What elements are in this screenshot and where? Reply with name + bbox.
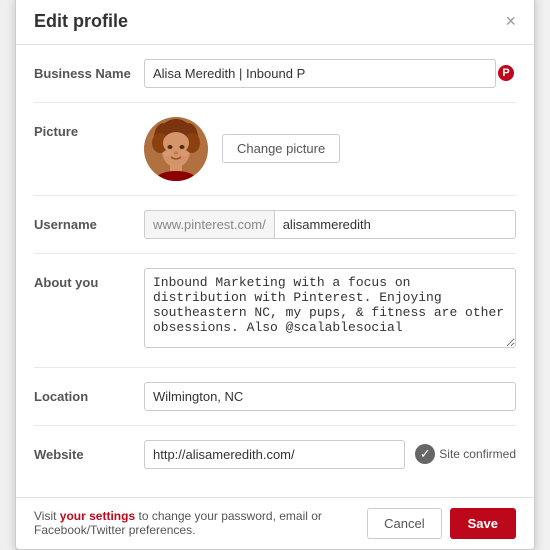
divider-1 — [34, 102, 516, 103]
website-label: Website — [34, 440, 144, 462]
location-control — [144, 382, 516, 411]
divider-4 — [34, 367, 516, 368]
username-row: Username www.pinterest.com/ — [34, 210, 516, 239]
close-button[interactable]: × — [505, 12, 516, 30]
username-inner-row: www.pinterest.com/ — [144, 210, 516, 239]
website-input[interactable] — [144, 440, 405, 469]
business-name-label: Business Name — [34, 59, 144, 81]
about-label: About you — [34, 268, 144, 290]
footer-text: Visit your settings to change your passw… — [34, 509, 334, 537]
username-control: www.pinterest.com/ — [144, 210, 516, 239]
website-control: ✓ Site confirmed — [144, 440, 516, 469]
picture-inner-row: Change picture — [144, 117, 516, 181]
avatar — [144, 117, 208, 181]
footer-buttons: Cancel Save — [367, 508, 516, 539]
site-confirmed: ✓ Site confirmed — [415, 444, 516, 464]
about-textarea[interactable] — [144, 268, 516, 348]
location-input[interactable] — [144, 382, 516, 411]
dialog-header: Edit profile × — [16, 0, 534, 45]
picture-label: Picture — [34, 117, 144, 139]
dialog-body: Business Name P Picture — [16, 45, 534, 497]
website-inner-row: ✓ Site confirmed — [144, 440, 516, 469]
about-control — [144, 268, 516, 353]
footer-visit-text: Visit — [34, 509, 60, 523]
site-confirmed-label: Site confirmed — [439, 447, 516, 461]
edit-profile-dialog: Edit profile × Business Name P Picture — [15, 0, 535, 550]
dialog-footer: Visit your settings to change your passw… — [16, 497, 534, 549]
username-input[interactable] — [274, 210, 516, 239]
divider-5 — [34, 425, 516, 426]
save-button[interactable]: Save — [450, 508, 516, 539]
username-label: Username — [34, 210, 144, 232]
business-name-control: P — [144, 59, 516, 88]
pinterest-icon: P — [498, 65, 514, 81]
url-prefix: www.pinterest.com/ — [144, 210, 274, 239]
dialog-title: Edit profile — [34, 11, 128, 32]
change-picture-button[interactable]: Change picture — [222, 134, 340, 163]
picture-row: Picture — [34, 117, 516, 181]
confirmed-checkmark-icon: ✓ — [415, 444, 435, 464]
divider-3 — [34, 253, 516, 254]
divider-2 — [34, 195, 516, 196]
website-input-wrap — [144, 440, 405, 469]
business-name-row: Business Name P — [34, 59, 516, 88]
website-row: Website ✓ Site confirmed — [34, 440, 516, 469]
location-row: Location — [34, 382, 516, 411]
business-name-input[interactable] — [144, 59, 496, 88]
location-label: Location — [34, 382, 144, 404]
picture-control: Change picture — [144, 117, 516, 181]
about-row: About you — [34, 268, 516, 353]
footer-settings-link[interactable]: your settings — [60, 509, 135, 523]
cancel-button[interactable]: Cancel — [367, 508, 441, 539]
